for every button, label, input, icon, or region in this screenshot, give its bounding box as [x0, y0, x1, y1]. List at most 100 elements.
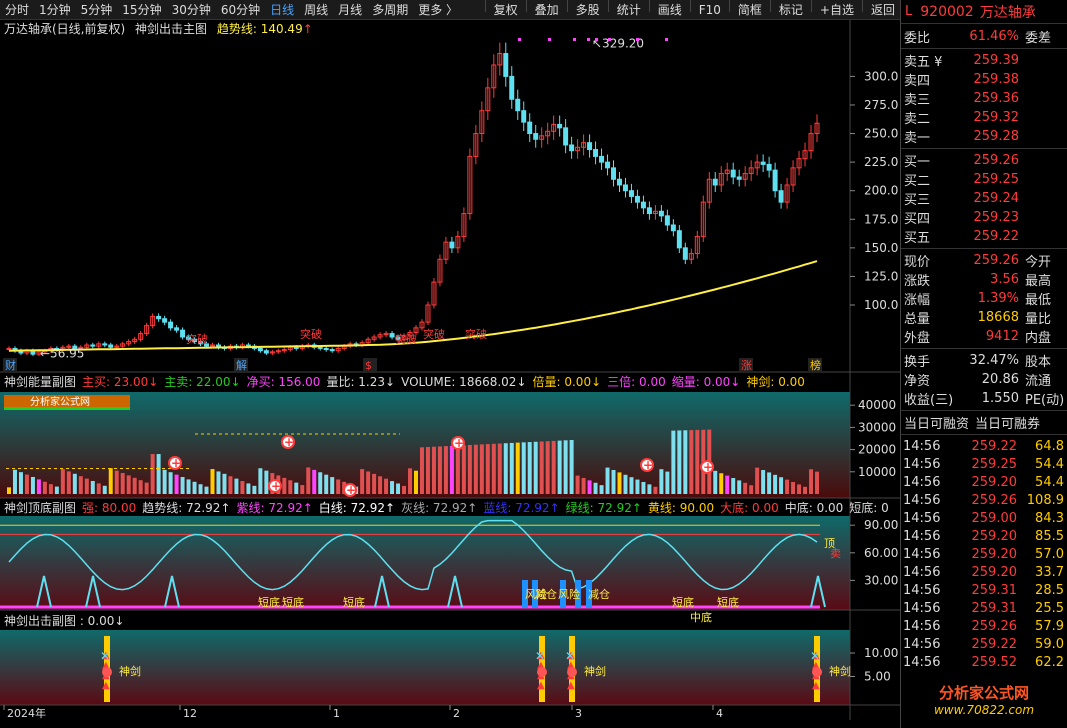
- bid-price: 259.26: [973, 153, 1020, 168]
- tick-volume: 28.5: [1035, 582, 1064, 598]
- toolbar-button[interactable]: 返回: [866, 0, 900, 20]
- signal-arrow: ▲: [567, 680, 575, 691]
- candle-body: [646, 207, 652, 215]
- toolbar-button[interactable]: 统计: [612, 0, 646, 20]
- period-tab[interactable]: 周线: [299, 0, 333, 20]
- period-tab[interactable]: 60分钟: [216, 0, 265, 20]
- breakout-label: 突破: [465, 327, 487, 341]
- volume-bar: [497, 443, 502, 494]
- volume-bar: [360, 469, 365, 494]
- butterfly-icon: ✕: [100, 649, 110, 663]
- volume-bar: [90, 480, 95, 494]
- tick-row: 14:56 259.52 62.2: [901, 653, 1067, 671]
- toolbar-button[interactable]: 叠加: [530, 0, 564, 20]
- signal-dot: [102, 667, 112, 677]
- volume-bar: [132, 477, 137, 494]
- volume-bar: [204, 486, 209, 494]
- bid-label: 买二: [904, 174, 931, 189]
- quote-row: 外盘 9412 内盘: [901, 327, 1067, 346]
- period-tab[interactable]: 分时: [0, 0, 34, 20]
- ask-label: 卖三: [904, 93, 931, 108]
- signal-arrow: ▲: [812, 680, 820, 691]
- fund-value: 20.86: [981, 372, 1019, 387]
- volume-bar: [126, 475, 131, 494]
- quote-value: 9412: [985, 329, 1019, 344]
- candle-body: [617, 178, 622, 186]
- candle-body: [509, 75, 515, 100]
- tick-row: 14:56 259.22 64.8: [901, 437, 1067, 455]
- plus-marker-sign: +: [643, 458, 653, 472]
- toolbar-divider: [566, 0, 568, 12]
- bid-label: 买五: [904, 231, 931, 246]
- candle-body: [569, 144, 575, 152]
- bid-label: 买四: [904, 212, 931, 227]
- volume-bar: [611, 469, 616, 494]
- candle-body: [329, 349, 335, 352]
- volume-bar: [533, 441, 538, 494]
- period-tab[interactable]: 月线: [333, 0, 367, 20]
- period-tab[interactable]: 1分钟: [34, 0, 76, 20]
- period-tab[interactable]: 15分钟: [117, 0, 166, 20]
- volume-bar: [198, 484, 203, 494]
- candle-body: [760, 161, 766, 165]
- volume-bar: [767, 472, 772, 494]
- period-tab[interactable]: 5分钟: [76, 0, 118, 20]
- candle-body: [323, 347, 329, 351]
- signal-label: 神剑: [829, 664, 851, 678]
- toolbar-button[interactable]: 复权: [489, 0, 523, 20]
- candles: [6, 42, 820, 357]
- tick-time: 14:56: [903, 564, 941, 580]
- volume-bar: [431, 446, 436, 494]
- candle-body: [527, 121, 533, 135]
- volume-bar: [617, 472, 622, 494]
- min-price-label: ←56.95: [40, 347, 84, 361]
- period-tab[interactable]: 日线: [265, 0, 299, 20]
- toolbar-actions: 复权 叠加 多股 统计 画线 F10 简框 标记 +自选 返回: [482, 0, 900, 20]
- fund-label: 净资: [904, 374, 931, 389]
- quote-label: 外盘: [904, 331, 931, 346]
- volume-bar: [725, 475, 730, 494]
- toolbar-button[interactable]: 画线: [653, 0, 687, 20]
- margin-tab[interactable]: 当日可融券: [972, 413, 1043, 432]
- ask-label: 卖一: [904, 131, 931, 146]
- toolbar-button[interactable]: 标记: [774, 0, 808, 20]
- volume-bar: [653, 486, 658, 494]
- indicator-value: 三倍: 0.00: [607, 375, 666, 389]
- volume-bar: [491, 443, 496, 494]
- candle-body: [162, 318, 168, 323]
- date-label: 3: [575, 707, 582, 720]
- tick-row: 14:56 259.20 85.5: [901, 527, 1067, 545]
- volume-bar: [246, 483, 251, 494]
- kline-chart-area[interactable]: 100.0 125.0 150.0 175.0 200.0 225.0 250.0 275.0…: [0, 20, 900, 720]
- watermark-text: 分析家公式网: [30, 395, 90, 408]
- ask-row: 卖五 ¥ 259.39: [901, 51, 1067, 70]
- quote-panel: L 920002 万达轴承 委比 61.46% 委差 卖五 ¥259.39 卖四 259.38 卖…: [900, 0, 1067, 728]
- candle-body: [563, 127, 569, 146]
- volume-tick-label: 10000: [858, 465, 896, 479]
- period-tab[interactable]: 更多 〉: [413, 0, 463, 20]
- tick-price: 259.20: [971, 474, 1018, 490]
- volume-bar: [527, 442, 532, 494]
- chart-canvas[interactable]: 100.0 125.0 150.0 175.0 200.0 225.0 250.0 275.0…: [0, 20, 900, 720]
- volume-bar: [306, 467, 311, 494]
- candle-body: [389, 333, 395, 338]
- volume-bar: [689, 430, 694, 494]
- candle-body: [682, 247, 688, 260]
- volume-bar: [713, 470, 718, 494]
- margin-tab[interactable]: 当日可融资: [901, 413, 972, 432]
- period-tab[interactable]: 多周期: [367, 0, 413, 20]
- volume-bar: [509, 442, 514, 494]
- volume-bar: [773, 474, 778, 494]
- toolbar-divider: [648, 0, 650, 12]
- main-chart-title: 万达轴承(日线,前复权) 神剑出击主图 趋势线: 140.49↑: [4, 22, 319, 37]
- volume-bar: [414, 470, 418, 494]
- fund-label: 收益(三): [904, 393, 954, 408]
- toolbar-button[interactable]: 多股: [571, 0, 605, 20]
- toolbar-button[interactable]: +自选: [815, 0, 859, 20]
- toolbar-button[interactable]: 简框: [733, 0, 767, 20]
- volume-bar: [593, 482, 598, 494]
- period-tab[interactable]: 30分钟: [167, 0, 216, 20]
- toolbar-button[interactable]: F10: [694, 0, 726, 20]
- tick-price: 259.22: [971, 438, 1018, 454]
- indicator-title[interactable]: 神剑出击主图: [135, 22, 207, 36]
